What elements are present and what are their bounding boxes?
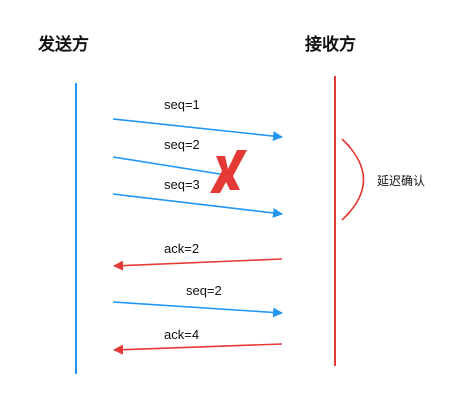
arrow-ack4 <box>113 343 283 355</box>
label-ack4: ack=4 <box>164 327 200 342</box>
label-seq1: seq=1 <box>164 97 200 112</box>
packet-lost-x-mark <box>210 150 247 193</box>
label-seq3: seq=3 <box>164 177 200 192</box>
delay-brace <box>341 138 365 221</box>
sequence-diagram <box>75 76 365 374</box>
label-seq2-retransmit: seq=2 <box>186 283 222 298</box>
arrow-seq2-lost <box>112 156 227 176</box>
delay-ack-label: 延迟确认 <box>377 174 426 188</box>
label-seq2-lost: seq=2 <box>164 137 200 152</box>
arrow-seq1 <box>112 118 283 142</box>
label-ack2: ack=2 <box>164 241 200 256</box>
arrow-seq2-retransmit <box>112 301 283 318</box>
arrow-seq3 <box>112 193 283 218</box>
arrow-ack2 <box>113 258 283 271</box>
